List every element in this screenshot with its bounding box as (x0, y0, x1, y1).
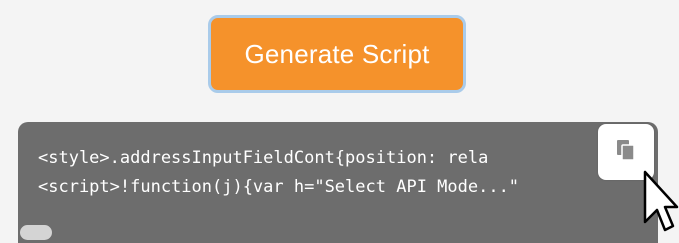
generate-script-button[interactable]: Generate Script (208, 15, 466, 93)
horizontal-scrollbar-thumb[interactable] (20, 225, 52, 240)
code-line: <script>!function(j){var h="Select API M… (38, 177, 520, 197)
copy-button[interactable] (598, 124, 654, 180)
code-output-box[interactable]: <style>.addressInputFieldCont{position: … (18, 122, 658, 243)
code-output-text: <style>.addressInputFieldCont{position: … (38, 144, 638, 202)
code-line: <style>.addressInputFieldCont{position: … (38, 148, 489, 168)
copy-icon (616, 139, 636, 166)
